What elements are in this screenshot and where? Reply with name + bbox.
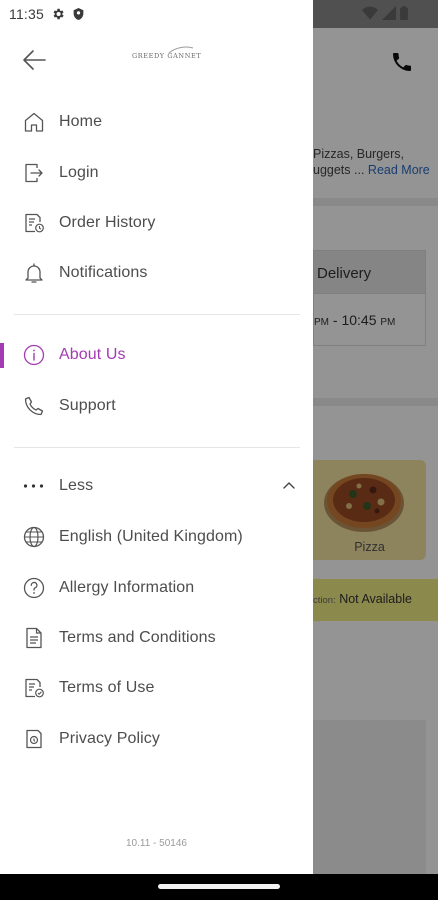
menu-item-privacy-policy[interactable]: Privacy Policy bbox=[0, 714, 313, 764]
info-icon bbox=[22, 343, 46, 367]
drawer-header: GREEDY GANNET bbox=[0, 28, 313, 90]
help-circle-icon bbox=[22, 576, 46, 600]
bell-icon bbox=[22, 261, 46, 285]
logo-swoosh bbox=[168, 46, 194, 54]
gesture-handle[interactable] bbox=[158, 884, 280, 889]
status-bar: 11:35 bbox=[0, 0, 438, 28]
active-indicator bbox=[0, 343, 4, 368]
terms-icon bbox=[22, 676, 46, 700]
menu-item-about-us[interactable]: About Us bbox=[0, 330, 313, 380]
status-time: 11:35 bbox=[9, 6, 44, 22]
phone-icon bbox=[22, 394, 46, 418]
menu-item-login[interactable]: Login bbox=[0, 148, 313, 198]
menu-item-label: English (United Kingdom) bbox=[59, 528, 243, 545]
system-navigation-bar bbox=[0, 874, 438, 900]
document-icon bbox=[22, 626, 46, 650]
menu-item-label: Home bbox=[59, 113, 103, 130]
battery-icon bbox=[400, 6, 408, 20]
menu-item-terms-and-conditions[interactable]: Terms and Conditions bbox=[0, 613, 313, 663]
menu-item-support[interactable]: Support bbox=[0, 381, 313, 431]
menu-divider bbox=[14, 314, 300, 315]
navigation-drawer: GREEDY GANNET Home Login Order History N… bbox=[0, 0, 313, 874]
shield-icon bbox=[72, 7, 85, 21]
menu-item-label: Terms of Use bbox=[59, 679, 155, 696]
menu-item-label: Support bbox=[59, 397, 116, 414]
login-icon bbox=[22, 161, 46, 185]
menu-divider bbox=[14, 447, 300, 448]
privacy-icon bbox=[22, 727, 46, 751]
menu-item-language[interactable]: English (United Kingdom) bbox=[0, 512, 313, 562]
signal-icon bbox=[382, 6, 396, 20]
menu-item-notifications[interactable]: Notifications bbox=[0, 248, 313, 298]
globe-icon bbox=[22, 525, 46, 549]
menu-item-less-toggle[interactable]: Less bbox=[0, 461, 313, 511]
settings-gear-icon bbox=[51, 7, 65, 21]
menu-item-label: Allergy Information bbox=[59, 579, 195, 596]
back-arrow-icon[interactable] bbox=[21, 48, 47, 72]
menu-item-label: Privacy Policy bbox=[59, 730, 160, 747]
menu-item-terms-of-use[interactable]: Terms of Use bbox=[0, 663, 313, 713]
menu-item-label: Notifications bbox=[59, 264, 148, 281]
chevron-up-icon bbox=[280, 478, 298, 494]
menu-item-home[interactable]: Home bbox=[0, 97, 313, 147]
wifi-icon bbox=[362, 6, 378, 20]
more-dots-icon bbox=[22, 474, 46, 498]
restaurant-logo: GREEDY GANNET bbox=[132, 46, 201, 60]
order-history-icon bbox=[22, 211, 46, 235]
menu-item-label: About Us bbox=[59, 346, 126, 363]
menu-item-label: Less bbox=[59, 477, 94, 494]
menu-item-allergy-information[interactable]: Allergy Information bbox=[0, 563, 313, 613]
menu-item-label: Login bbox=[59, 164, 99, 181]
app-version: 10.11 - 50146 bbox=[126, 838, 187, 849]
menu-item-label: Terms and Conditions bbox=[59, 629, 216, 646]
menu-item-order-history[interactable]: Order History bbox=[0, 198, 313, 248]
menu-item-label: Order History bbox=[59, 214, 156, 231]
home-icon bbox=[22, 110, 46, 134]
